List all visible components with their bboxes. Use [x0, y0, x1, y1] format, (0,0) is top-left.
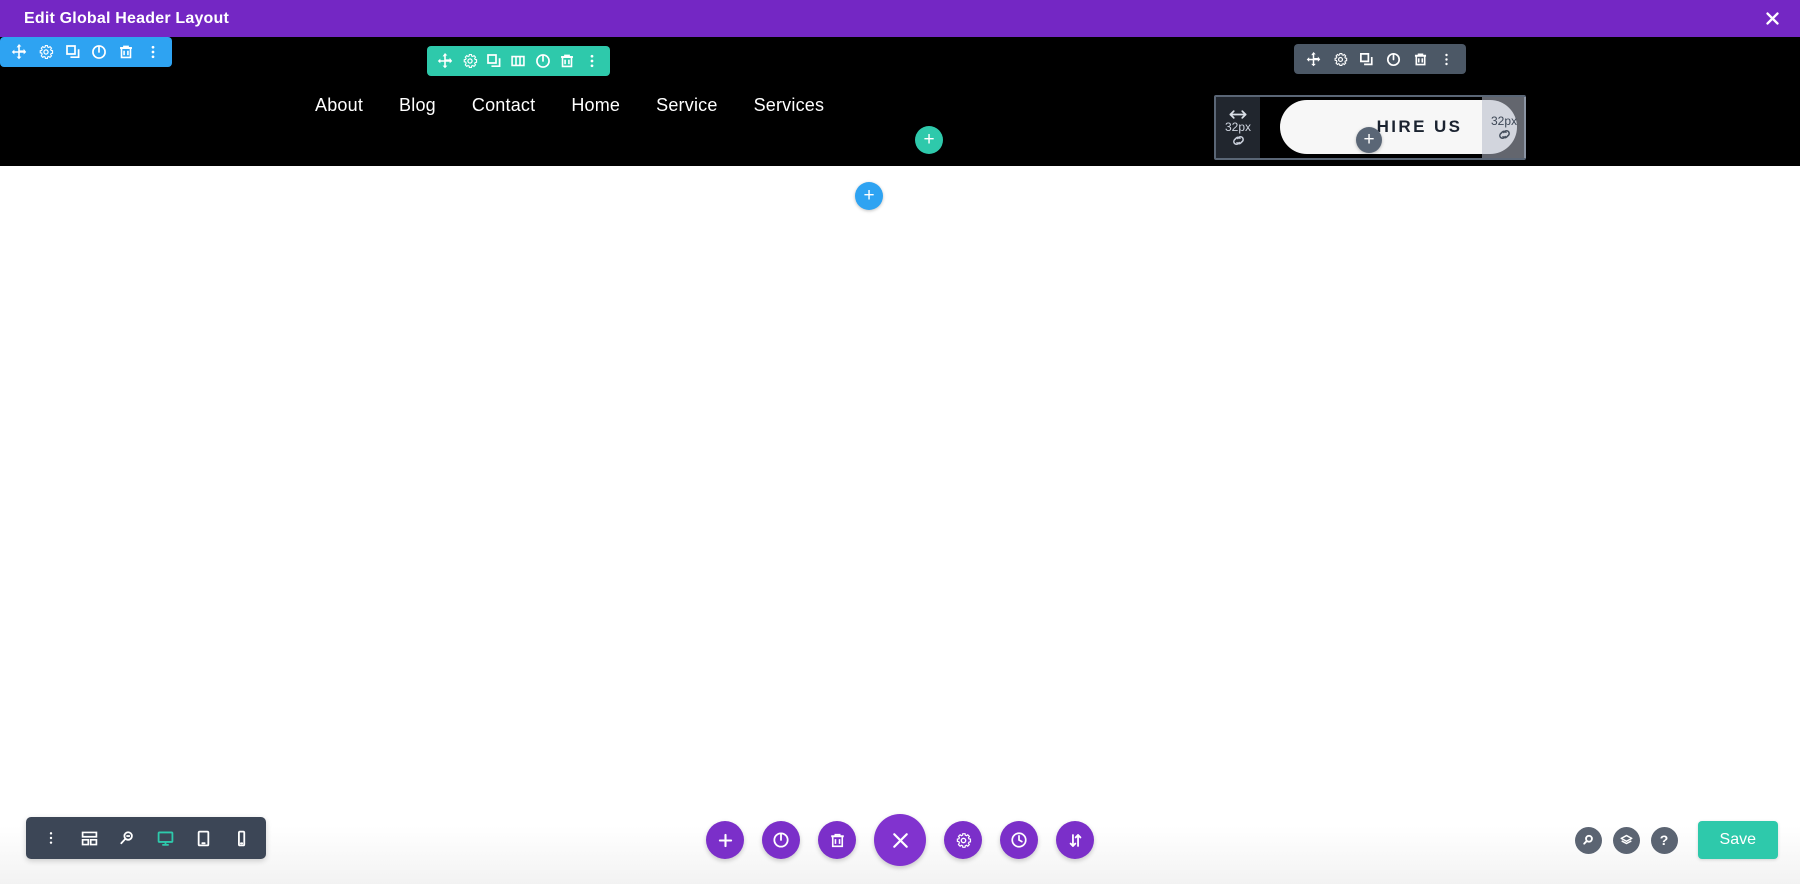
horizontal-resize-icon	[1227, 109, 1249, 120]
header-section[interactable]: About Blog Contact Home Service Services…	[0, 37, 1800, 166]
move-icon[interactable]	[6, 37, 33, 67]
link-icon[interactable]	[1231, 134, 1246, 147]
more-vertical-icon[interactable]	[1433, 44, 1460, 74]
search-icon[interactable]	[1574, 826, 1602, 854]
duplicate-icon[interactable]	[59, 37, 86, 67]
add-row-button[interactable]: +	[915, 126, 943, 154]
utility-toolbar: ? Save	[1574, 821, 1778, 859]
gear-icon[interactable]	[457, 46, 481, 76]
row-toolbar	[427, 46, 610, 76]
trash-icon[interactable]	[1407, 44, 1434, 74]
duplicate-icon[interactable]	[482, 46, 506, 76]
columns-icon[interactable]	[506, 46, 530, 76]
add-section-plus: +	[863, 184, 875, 206]
phone-icon[interactable]	[222, 817, 260, 859]
section-toolbar	[0, 37, 172, 67]
nav-item-home[interactable]: Home	[553, 95, 638, 116]
add-section-button[interactable]: +	[855, 182, 883, 210]
trash-icon[interactable]	[113, 37, 140, 67]
history-icon[interactable]	[1000, 821, 1038, 859]
view-mode-toolbar	[26, 817, 266, 859]
gear-icon[interactable]	[1327, 44, 1354, 74]
more-vertical-icon[interactable]	[580, 46, 604, 76]
module-toolbar	[1294, 44, 1466, 74]
add-row-plus: +	[923, 128, 935, 150]
move-icon[interactable]	[1300, 44, 1327, 74]
more-vertical-icon[interactable]	[32, 817, 70, 859]
trash-icon[interactable]	[818, 821, 856, 859]
power-icon[interactable]	[1380, 44, 1407, 74]
builder-canvas: About Blog Contact Home Service Services…	[0, 37, 1800, 884]
page-title: Edit Global Header Layout	[24, 9, 230, 27]
nav-item-blog[interactable]: Blog	[381, 95, 454, 116]
padding-left-value: 32px	[1224, 119, 1252, 134]
main-builder-toolbar	[706, 814, 1094, 866]
nav-item-contact[interactable]: Contact	[454, 95, 553, 116]
layers-icon[interactable]	[1612, 826, 1640, 854]
gear-icon[interactable]	[944, 821, 982, 859]
nav-item-about[interactable]: About	[297, 95, 381, 116]
nav-item-service[interactable]: Service	[638, 95, 735, 116]
titlebar: Edit Global Header Layout	[0, 0, 1800, 37]
more-vertical-icon[interactable]	[139, 37, 166, 67]
close-menu-icon[interactable]	[874, 814, 926, 866]
padding-left-indicator[interactable]: 32px	[1216, 97, 1260, 158]
save-button[interactable]: Save	[1697, 821, 1778, 859]
add-module-button[interactable]: +	[1356, 127, 1382, 153]
power-icon[interactable]	[762, 821, 800, 859]
zoom-out-icon[interactable]	[108, 817, 146, 859]
add-section-icon[interactable]	[706, 821, 744, 859]
portability-icon[interactable]	[1056, 821, 1094, 859]
tablet-icon[interactable]	[184, 817, 222, 859]
gear-icon[interactable]	[33, 37, 60, 67]
add-module-plus: +	[1363, 128, 1375, 150]
close-icon[interactable]	[1744, 0, 1800, 37]
wireframe-icon[interactable]	[70, 817, 108, 859]
padding-right-indicator[interactable]: 32px	[1482, 97, 1526, 158]
duplicate-icon[interactable]	[1353, 44, 1380, 74]
power-icon[interactable]	[531, 46, 555, 76]
move-icon[interactable]	[433, 46, 457, 76]
link-icon[interactable]	[1497, 128, 1512, 141]
desktop-icon[interactable]	[146, 817, 184, 859]
help-icon[interactable]: ?	[1650, 826, 1678, 854]
header-row[interactable]: About Blog Contact Home Service Services…	[0, 37, 1800, 166]
nav-menu: About Blog Contact Home Service Services	[297, 95, 842, 116]
nav-item-services[interactable]: Services	[736, 95, 843, 116]
padding-right-value: 32px	[1490, 113, 1518, 128]
power-icon[interactable]	[86, 37, 113, 67]
divi-visual-builder: Edit Global Header Layout About Blog Con…	[0, 0, 1800, 884]
trash-icon[interactable]	[555, 46, 579, 76]
